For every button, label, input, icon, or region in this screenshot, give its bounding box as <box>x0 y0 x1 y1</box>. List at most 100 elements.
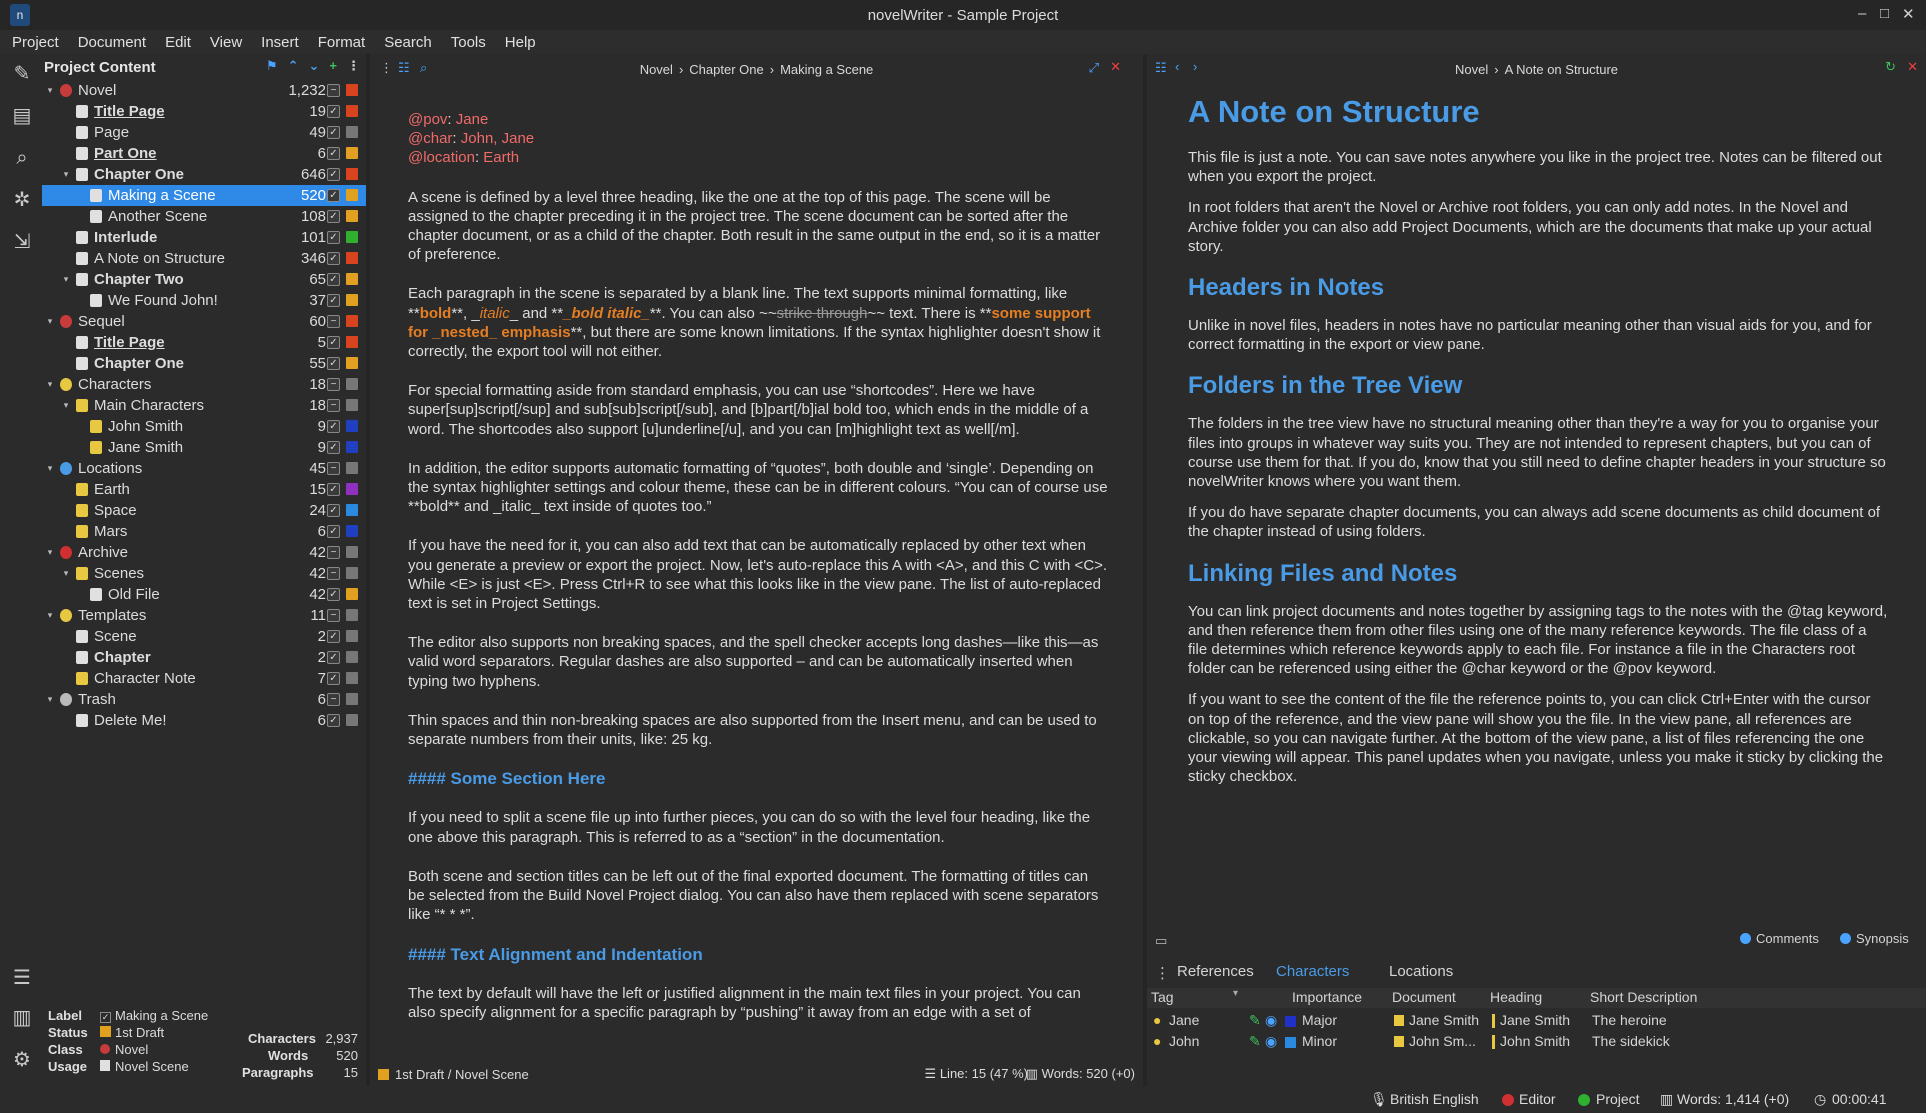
active-checkbox-icon[interactable]: ✓ <box>327 672 340 685</box>
expand-arrow-icon[interactable]: ▾ <box>44 311 56 332</box>
refresh-icon[interactable]: ↻ <box>1885 59 1896 75</box>
tree-item[interactable]: ▾ Main Characters 18− <box>42 395 366 416</box>
tree-item[interactable]: Page 49 ✓ <box>42 122 366 143</box>
menu-help[interactable]: Help <box>505 34 536 51</box>
active-checkbox-icon[interactable]: ✓ <box>327 714 340 727</box>
col-importance[interactable]: Importance <box>1292 989 1362 1005</box>
stats-icon[interactable]: ▥ <box>10 1006 34 1030</box>
menu-tools[interactable]: Tools <box>451 34 486 51</box>
tree-item[interactable]: ▾ Locations 45− <box>42 458 366 479</box>
menu-edit[interactable]: Edit <box>165 34 191 51</box>
active-checkbox-icon[interactable]: ✓ <box>327 483 340 496</box>
toc-icon[interactable]: ☷ <box>398 60 410 76</box>
expand-arrow-icon[interactable]: ▾ <box>44 542 56 563</box>
expand-arrow-icon[interactable]: ▾ <box>44 458 56 479</box>
active-checkbox-icon[interactable]: ✓ <box>327 504 340 517</box>
tree-item[interactable]: Chapter 2 ✓ <box>42 647 366 668</box>
active-checkbox-icon[interactable]: ✓ <box>327 189 340 202</box>
close-window-icon[interactable]: ✕ <box>1902 5 1915 23</box>
col-heading[interactable]: Heading <box>1490 989 1542 1005</box>
col-document[interactable]: Document <box>1392 989 1456 1005</box>
active-checkbox-icon[interactable]: ✓ <box>327 357 340 370</box>
minimize-icon[interactable]: – <box>1858 5 1866 22</box>
tree-item[interactable]: Part One 6 ✓ <box>42 143 366 164</box>
tree-item[interactable]: ▾ Archive 42− <box>42 542 366 563</box>
active-checkbox-icon[interactable]: ✓ <box>327 273 340 286</box>
active-checkbox-icon[interactable]: ✓ <box>327 105 340 118</box>
book-icon[interactable]: ▤ <box>10 104 34 128</box>
maximize-icon[interactable]: □ <box>1880 5 1889 22</box>
tree-item[interactable]: ▾ Scenes 42− <box>42 563 366 584</box>
menu-view[interactable]: View <box>210 34 242 51</box>
active-checkbox-icon[interactable]: ✓ <box>327 588 340 601</box>
active-checkbox-icon[interactable]: ✓ <box>327 441 340 454</box>
synopsis-toggle-icon[interactable] <box>1840 933 1851 944</box>
tree-item[interactable]: ▾ Templates 11− <box>42 605 366 626</box>
tree-item[interactable]: Delete Me! 6 ✓ <box>42 710 366 731</box>
comments-toggle-icon[interactable] <box>1740 933 1751 944</box>
editor-text[interactable]: @pov: Jane @char: John, Jane @location: … <box>408 110 1108 1042</box>
expand-arrow-icon[interactable]: ▾ <box>44 374 56 395</box>
more-options-icon[interactable]: ⋮ <box>347 58 360 74</box>
tree-item[interactable]: ▾ Characters 18− <box>42 374 366 395</box>
expand-arrow-icon[interactable]: ▾ <box>60 563 72 584</box>
comments-toggle[interactable]: Comments <box>1756 931 1819 946</box>
active-checkbox-icon[interactable]: − <box>327 609 340 622</box>
table-row[interactable]: ● Jane ✎ ◉ Major Jane Smith Jane Smith T… <box>1147 1011 1926 1032</box>
col-tag[interactable]: Tag <box>1151 989 1174 1005</box>
edit-icon[interactable]: ✎ <box>10 62 34 86</box>
sticky-icon[interactable]: ▭ <box>1155 933 1167 949</box>
close-editor-icon[interactable]: ✕ <box>1110 59 1121 75</box>
tree-item[interactable]: John Smith 9 ✓ <box>42 416 366 437</box>
active-checkbox-icon[interactable]: − <box>327 315 340 328</box>
synopsis-toggle[interactable]: Synopsis <box>1856 931 1909 946</box>
tree-item[interactable]: We Found John! 37 ✓ <box>42 290 366 311</box>
active-checkbox-icon[interactable]: ✓ <box>327 126 340 139</box>
active-checkbox-icon[interactable]: ✓ <box>327 420 340 433</box>
active-checkbox-icon[interactable]: ✓ <box>327 231 340 244</box>
search-icon[interactable]: ⌕ <box>10 146 34 170</box>
active-checkbox-icon[interactable]: − <box>327 84 340 97</box>
tree-item[interactable]: ▾ Chapter One 646 ✓ <box>42 164 366 185</box>
active-checkbox-icon[interactable]: ✓ <box>327 336 340 349</box>
tree-item[interactable]: ▾ Sequel 60− <box>42 311 366 332</box>
outline-icon[interactable]: ☰ <box>10 966 34 990</box>
view-icon[interactable]: ◉ <box>1265 1012 1277 1029</box>
active-checkbox-icon[interactable]: ✓ <box>327 294 340 307</box>
menu-document[interactable]: Document <box>78 34 146 51</box>
view-icon[interactable]: ◉ <box>1265 1033 1277 1050</box>
export-icon[interactable]: ⇲ <box>10 230 34 254</box>
table-row[interactable]: ● John ✎ ◉ Minor John Sm... John Smith T… <box>1147 1032 1926 1053</box>
bookmark-icon[interactable]: ⚑ <box>266 58 278 74</box>
active-checkbox-icon[interactable]: − <box>327 567 340 580</box>
active-checkbox-icon[interactable]: − <box>327 462 340 475</box>
forward-icon[interactable]: › <box>1193 59 1197 74</box>
tab-references[interactable]: References <box>1177 963 1254 980</box>
active-checkbox-icon[interactable]: ✓ <box>327 147 340 160</box>
tab-characters[interactable]: Characters <box>1276 963 1349 980</box>
tree-item[interactable]: Jane Smith 9 ✓ <box>42 437 366 458</box>
active-checkbox-icon[interactable]: − <box>327 399 340 412</box>
add-item-icon[interactable]: + <box>329 58 337 74</box>
tree-item[interactable]: Character Note 7 ✓ <box>42 668 366 689</box>
tree-item[interactable]: ▾ Chapter Two 65 ✓ <box>42 269 366 290</box>
settings-icon[interactable]: ⚙ <box>10 1048 34 1072</box>
expand-arrow-icon[interactable]: ▾ <box>44 689 56 710</box>
tree-item[interactable]: Interlude 101 ✓ <box>42 227 366 248</box>
move-down-icon[interactable]: ⌄ <box>309 58 320 74</box>
menu-format[interactable]: Format <box>318 34 366 51</box>
sort-icon[interactable]: ▾ <box>1233 988 1238 999</box>
back-icon[interactable]: ‹ <box>1175 59 1179 74</box>
focus-mode-icon[interactable]: ⤢ <box>1089 60 1099 76</box>
editor-search-icon[interactable]: ⌕ <box>420 60 427 76</box>
expand-arrow-icon[interactable]: ▾ <box>60 395 72 416</box>
active-checkbox-icon[interactable]: ✓ <box>327 168 340 181</box>
close-viewer-icon[interactable]: ✕ <box>1907 59 1918 75</box>
tree-item[interactable]: Earth 15 ✓ <box>42 479 366 500</box>
active-checkbox-icon[interactable]: − <box>327 693 340 706</box>
tree-item[interactable]: ▾ Novel 1,232− <box>42 80 366 101</box>
tab-locations[interactable]: Locations <box>1389 963 1453 980</box>
tree-item[interactable]: ▾ Trash 6− <box>42 689 366 710</box>
tree-item[interactable]: Chapter One 55 ✓ <box>42 353 366 374</box>
expand-arrow-icon[interactable]: ▾ <box>44 605 56 626</box>
